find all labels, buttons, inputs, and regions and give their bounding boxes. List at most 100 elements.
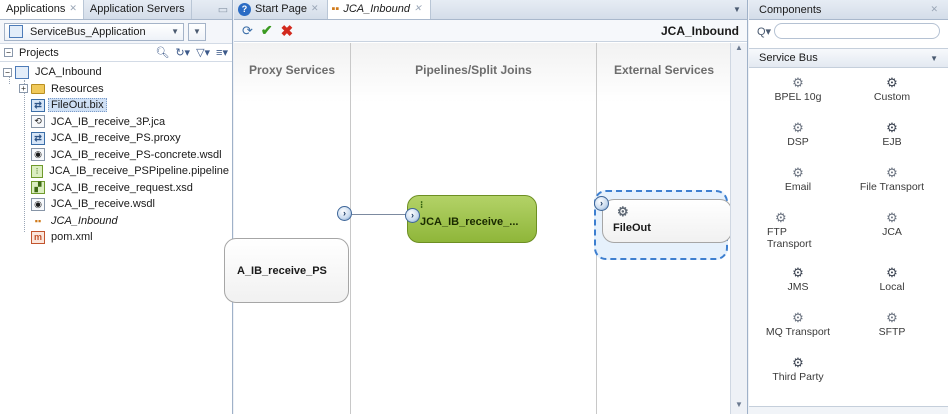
component-email[interactable]: ⚙ Email xyxy=(753,164,843,209)
third-party-gear-icon: ⚙ xyxy=(792,355,804,370)
help-icon: ? xyxy=(238,3,251,16)
tab-jca-inbound[interactable]: ▪▪ JCA_Inbound ✕ xyxy=(327,0,431,19)
folder-icon xyxy=(31,83,45,94)
tree-item-jca-file[interactable]: ⟲ JCA_IB_receive_3P.jca xyxy=(0,114,232,131)
refresh-icon[interactable]: ↻▾ xyxy=(175,46,190,59)
component-label: Email xyxy=(784,181,812,193)
tree-item-jca-inbound[interactable]: − JCA_Inbound xyxy=(0,64,232,81)
tree-item-label: JCA_Inbound xyxy=(51,214,118,227)
pipeline-icon: ⁝ xyxy=(31,164,44,178)
component-dsp[interactable]: ⚙ DSP xyxy=(753,119,843,164)
lane-title-external: External Services xyxy=(613,63,715,77)
filter-icon[interactable]: ▽▾ xyxy=(196,46,210,59)
design-canvas[interactable]: Proxy Services Pipelines/Split Joins Ext… xyxy=(224,43,732,414)
component-third-party[interactable]: ⚙ Third Party xyxy=(753,354,843,399)
tree-item-label: JCA_IB_receive_3P.jca xyxy=(51,115,166,128)
tree-item-xsd[interactable]: ▞ JCA_IB_receive_request.xsd xyxy=(0,180,232,197)
proxy-service-node[interactable]: A_IB_receive_PS xyxy=(224,238,349,303)
connection-wire[interactable] xyxy=(352,214,407,215)
component-label: DSP xyxy=(787,136,809,148)
tab-list-dropdown[interactable]: ▼ xyxy=(727,0,747,19)
component-label: SFTP xyxy=(878,326,906,338)
project-icon xyxy=(15,65,29,79)
expand-icon[interactable]: + xyxy=(19,84,28,94)
canvas-vertical-scrollbar[interactable]: ▲ ▼ xyxy=(730,43,747,414)
business-service-icon: ⇄ xyxy=(31,98,45,112)
application-selector-row: ServiceBus_Application ▼ ▼ xyxy=(0,20,232,44)
tree-item-wsdl[interactable]: ◉ JCA_IB_receive.wsdl xyxy=(0,196,232,213)
components-search-input[interactable] xyxy=(774,23,940,39)
close-icon[interactable]: ✕ xyxy=(414,3,422,19)
category-dropdown[interactable]: Service Bus ▼ xyxy=(749,48,948,68)
wsdl-icon: ◉ xyxy=(31,148,45,162)
delete-x-icon[interactable]: ✖ xyxy=(281,22,294,40)
project-tree: − JCA_Inbound + Resources ⇄ FileOut.bix … xyxy=(0,62,232,246)
external-service-body: ⚙ FileOut xyxy=(602,199,732,243)
jca-icon: ⟲ xyxy=(31,115,45,129)
component-label: JMS xyxy=(787,281,809,293)
external-service-node[interactable]: ⚙ FileOut › xyxy=(594,190,732,260)
pipeline-node[interactable]: ⁝ JCA_IB_receive_... xyxy=(407,195,537,243)
scroll-up-icon[interactable]: ▲ xyxy=(731,43,747,57)
component-custom[interactable]: ⚙ Custom xyxy=(847,74,937,119)
tree-item-proxy[interactable]: ⇄ JCA_IB_receive_PS.proxy xyxy=(0,130,232,147)
proxy-output-port-icon[interactable]: › xyxy=(337,206,352,221)
lane-proxy-services: Proxy Services xyxy=(234,43,350,414)
tree-item-pom[interactable]: m pom.xml xyxy=(0,229,232,246)
find-icon[interactable]: 🔍︎ xyxy=(155,46,169,59)
gear-icon: ⚙ xyxy=(886,210,898,225)
gear-icon: ⚙ xyxy=(792,120,804,135)
collapse-icon[interactable]: − xyxy=(3,67,12,77)
palette-footer xyxy=(749,406,948,414)
editor-toolbar: ⟳ ✔ ✖ JCA_Inbound xyxy=(234,20,747,42)
component-bpel10g[interactable]: ⚙ BPEL 10g xyxy=(753,74,843,119)
editor-title: JCA_Inbound xyxy=(661,23,739,38)
projects-header: − Projects 🔍︎ ↻▾ ▽▾ ≡▾ xyxy=(0,44,232,62)
sort-icon[interactable]: ≡▾ xyxy=(216,46,228,59)
component-ejb[interactable]: ⚙ EJB xyxy=(847,119,937,164)
chevron-down-icon: ▼ xyxy=(930,53,938,63)
close-icon[interactable]: ✕ xyxy=(930,4,938,15)
validate-check-icon[interactable]: ✔ xyxy=(261,22,273,39)
components-palette: Components ✕ Q▾ Service Bus ▼ ⚙ BPEL 10g… xyxy=(749,0,948,414)
pipeline-icon: ⁝ xyxy=(420,200,424,211)
tree-item-composite[interactable]: ▪▪ JCA_Inbound xyxy=(0,213,232,230)
tree-item-resources[interactable]: + Resources xyxy=(0,81,232,98)
pipeline-input-port-icon[interactable]: › xyxy=(405,208,420,223)
composite-icon: ▪▪ xyxy=(34,215,42,226)
tab-application-servers[interactable]: Application Servers xyxy=(84,0,192,19)
close-icon[interactable]: ✕ xyxy=(311,3,319,19)
scroll-down-icon[interactable]: ▼ xyxy=(731,400,747,414)
search-icon: Q▾ xyxy=(757,25,772,38)
ejb-gear-icon: ⚙ xyxy=(886,120,898,135)
tab-start-page-label: Start Page xyxy=(255,3,307,15)
component-label: BPEL 10g xyxy=(774,91,822,103)
application-menu-button[interactable]: ▼ xyxy=(188,22,206,41)
tree-item-fileout-bix[interactable]: ⇄ FileOut.bix xyxy=(0,97,232,114)
component-jms[interactable]: ⚙ JMS xyxy=(753,264,843,309)
tree-item-concrete-wsdl[interactable]: ◉ JCA_IB_receive_PS-concrete.wsdl xyxy=(0,147,232,164)
tree-item-pipeline[interactable]: ⁝ JCA_IB_receive_PSPipeline.pipeline xyxy=(0,163,232,180)
close-icon[interactable]: ✕ xyxy=(69,3,77,14)
projects-label: Projects xyxy=(19,46,59,59)
refresh-icon[interactable]: ⟳ xyxy=(242,23,253,39)
component-file-transport[interactable]: ⚙ File Transport xyxy=(847,164,937,209)
editor-tab-bar: ? Start Page ✕ ▪▪ JCA_Inbound ✕ ▼ xyxy=(234,0,747,20)
component-ftp-transport[interactable]: ⚙ FTP Transport xyxy=(753,209,843,264)
component-label: MQ Transport xyxy=(765,326,831,338)
tab-applications-label: Applications xyxy=(6,3,66,15)
tab-applications[interactable]: Applications ✕ xyxy=(0,0,84,19)
minimize-icon[interactable]: ▭ xyxy=(214,0,232,19)
tab-application-servers-label: Application Servers xyxy=(89,3,185,15)
application-combo[interactable]: ServiceBus_Application ▼ xyxy=(4,22,184,41)
external-input-port-icon[interactable]: › xyxy=(594,196,609,211)
collapse-icon[interactable]: − xyxy=(4,48,13,57)
component-sftp[interactable]: ⚙ SFTP xyxy=(847,309,937,354)
component-mq-transport[interactable]: ⚙ MQ Transport xyxy=(753,309,843,354)
component-label: JCA xyxy=(882,226,902,238)
local-gear-icon: ⚙ xyxy=(886,265,898,280)
xml-file-icon: m xyxy=(31,230,45,244)
tab-start-page[interactable]: ? Start Page ✕ xyxy=(234,0,328,19)
component-local[interactable]: ⚙ Local xyxy=(847,264,937,309)
component-jca[interactable]: ⚙ JCA xyxy=(847,209,937,264)
